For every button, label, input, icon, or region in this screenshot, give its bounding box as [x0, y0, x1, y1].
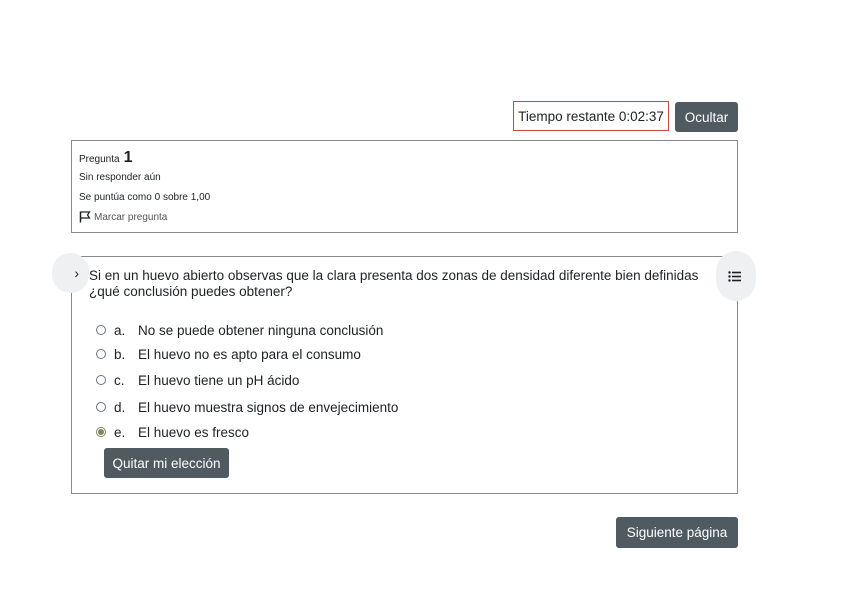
answer-letter: d.: [114, 399, 126, 415]
answer-option-e[interactable]: e. El huevo es fresco: [96, 423, 249, 441]
list-icon: [728, 270, 741, 282]
hide-timer-button[interactable]: Ocultar: [675, 102, 738, 132]
question-info-box: Pregunta 1 Sin responder aún Se puntúa c…: [71, 140, 738, 233]
left-drawer-toggle[interactable]: ›: [52, 253, 89, 293]
question-state: Sin responder aún: [79, 172, 161, 183]
answer-letter: b.: [114, 346, 126, 362]
radio-button-d[interactable]: [96, 402, 106, 412]
question-number: 1: [123, 149, 133, 166]
answer-text: No se puede obtener ninguna conclusión: [138, 322, 384, 338]
answer-option-d[interactable]: d. El huevo muestra signos de envejecimi…: [96, 398, 398, 416]
answer-letter: c.: [114, 372, 125, 388]
chevron-right-icon: ›: [74, 265, 79, 281]
flag-question-label: Marcar pregunta: [94, 211, 168, 223]
answer-text: El huevo es fresco: [138, 424, 250, 440]
time-remaining: Tiempo restante 0:02:37: [513, 101, 669, 131]
flag-question-link[interactable]: Marcar pregunta: [79, 211, 167, 223]
radio-button-b[interactable]: [96, 349, 106, 359]
next-page-button[interactable]: Siguiente página: [616, 517, 738, 548]
question-prefix: Pregunta: [79, 154, 120, 165]
answer-letter: a.: [114, 322, 126, 338]
answer-text: El huevo no es apto para el consumo: [138, 346, 361, 362]
flag-icon: [79, 211, 91, 223]
answer-text: El huevo muestra signos de envejecimient…: [138, 399, 399, 415]
right-drawer-toggle[interactable]: [716, 251, 756, 301]
answer-option-c[interactable]: c. El huevo tiene un pH ácido: [96, 371, 299, 389]
radio-button-e[interactable]: [96, 427, 106, 437]
answer-option-a[interactable]: a. No se puede obtener ninguna conclusió…: [96, 321, 383, 339]
answer-text: El huevo tiene un pH ácido: [138, 372, 300, 388]
question-grade: Se puntúa como 0 sobre 1,00: [79, 192, 211, 203]
radio-button-a[interactable]: [96, 325, 106, 335]
answer-letter: e.: [114, 424, 126, 440]
radio-button-c[interactable]: [96, 375, 106, 385]
question-text: Si en un huevo abierto observas que la c…: [89, 268, 699, 299]
question-label: Pregunta 1: [79, 149, 133, 167]
clear-choice-button[interactable]: Quitar mi elección: [104, 448, 229, 478]
answer-option-b[interactable]: b. El huevo no es apto para el consumo: [96, 345, 361, 363]
